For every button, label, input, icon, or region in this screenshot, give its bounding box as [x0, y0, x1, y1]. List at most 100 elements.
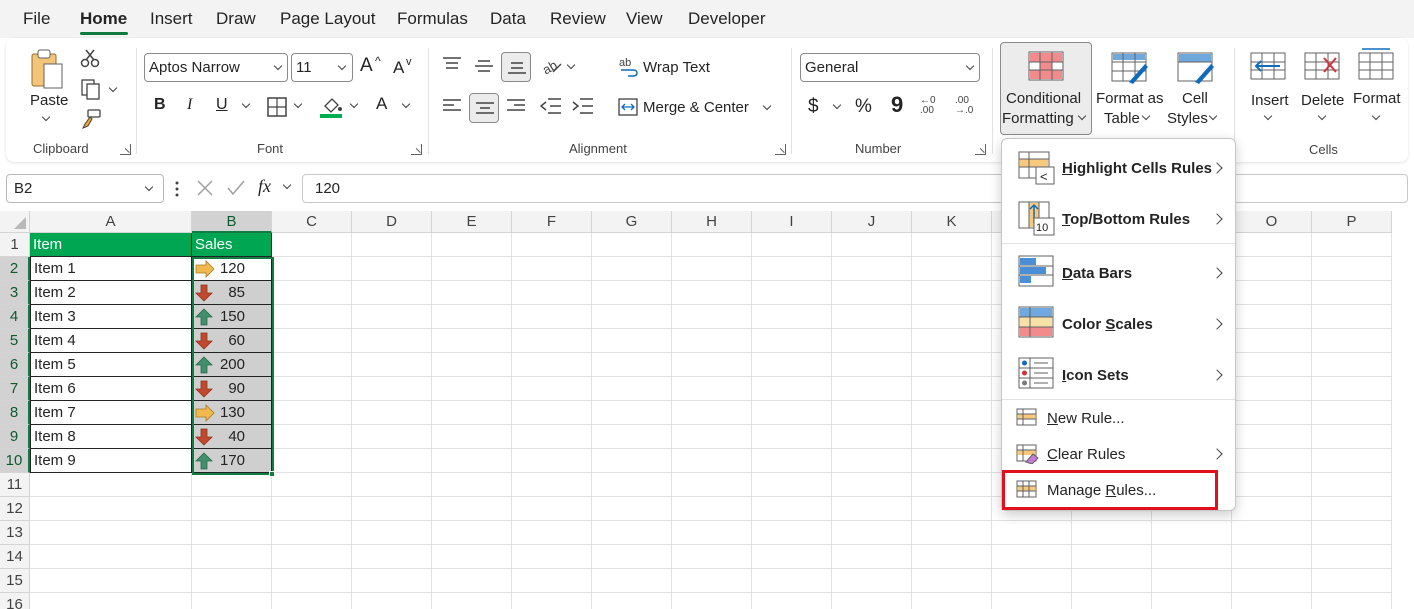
align-left-icon[interactable]: [442, 98, 462, 114]
table-cell-sales[interactable]: 60: [192, 329, 272, 353]
cell[interactable]: [672, 305, 752, 329]
cell[interactable]: [1312, 545, 1392, 569]
row-header-6[interactable]: 6: [0, 353, 30, 377]
cell[interactable]: [992, 545, 1072, 569]
cell[interactable]: [832, 521, 912, 545]
cell[interactable]: [912, 281, 992, 305]
format-as-table-label[interactable]: Format as: [1096, 90, 1164, 107]
font-launcher-icon[interactable]: [411, 144, 422, 155]
cell[interactable]: [352, 329, 432, 353]
cell[interactable]: [1232, 545, 1312, 569]
cell[interactable]: [592, 305, 672, 329]
cell[interactable]: [832, 497, 912, 521]
cell[interactable]: [912, 377, 992, 401]
cell[interactable]: [592, 473, 672, 497]
column-header-a[interactable]: A: [30, 211, 192, 233]
fill-handle[interactable]: [269, 471, 275, 477]
cell[interactable]: [352, 425, 432, 449]
cell[interactable]: [1232, 497, 1312, 521]
cell[interactable]: [912, 473, 992, 497]
cell[interactable]: [592, 233, 672, 257]
cell[interactable]: [1152, 521, 1232, 545]
cell[interactable]: [672, 473, 752, 497]
cell[interactable]: [1232, 401, 1312, 425]
cell[interactable]: [432, 569, 512, 593]
formula-input[interactable]: 120: [302, 174, 1408, 203]
cell[interactable]: [432, 593, 512, 609]
cell[interactable]: [912, 425, 992, 449]
cell[interactable]: [1232, 257, 1312, 281]
cell[interactable]: [672, 401, 752, 425]
cell[interactable]: [832, 473, 912, 497]
font-name-select[interactable]: Aptos Narrow: [144, 53, 288, 82]
cell[interactable]: [512, 593, 592, 609]
cell[interactable]: [1312, 425, 1392, 449]
row-header-16[interactable]: 16: [0, 593, 30, 609]
column-header-i[interactable]: I: [752, 211, 832, 233]
cell[interactable]: [912, 569, 992, 593]
cell[interactable]: [1312, 593, 1392, 609]
menu-item-data-bars[interactable]: Data Bars: [1002, 251, 1235, 295]
cell[interactable]: [512, 353, 592, 377]
table-cell-item[interactable]: Item 1: [30, 257, 192, 281]
cell[interactable]: [512, 545, 592, 569]
bottom-align-button[interactable]: [501, 52, 531, 82]
format-as-table-icon[interactable]: [1111, 52, 1149, 86]
cell[interactable]: [672, 497, 752, 521]
cell[interactable]: [432, 521, 512, 545]
table-cell-sales[interactable]: 85: [192, 281, 272, 305]
decrease-indent-icon[interactable]: [540, 97, 562, 115]
cell[interactable]: [912, 305, 992, 329]
cell[interactable]: [1152, 545, 1232, 569]
cell[interactable]: [1232, 305, 1312, 329]
table-cell-sales[interactable]: 170: [192, 449, 272, 473]
menu-item-color-scales[interactable]: Color Scales: [1002, 302, 1235, 346]
cell[interactable]: [592, 545, 672, 569]
format-painter-icon[interactable]: [80, 108, 102, 130]
cell[interactable]: [672, 569, 752, 593]
format-as-table-label-2[interactable]: Table: [1104, 110, 1140, 127]
cell[interactable]: [432, 305, 512, 329]
cell[interactable]: [752, 569, 832, 593]
more-options-icon[interactable]: [174, 180, 180, 198]
row-header-15[interactable]: 15: [0, 569, 30, 593]
menu-item-icon-sets[interactable]: Icon Sets: [1002, 353, 1235, 397]
align-center-button[interactable]: [469, 93, 499, 123]
cell[interactable]: [832, 305, 912, 329]
cell[interactable]: [592, 497, 672, 521]
column-header-h[interactable]: H: [672, 211, 752, 233]
cell[interactable]: [592, 449, 672, 473]
cell[interactable]: [1232, 377, 1312, 401]
cell[interactable]: [272, 473, 352, 497]
row-header-5[interactable]: 5: [0, 329, 30, 353]
cell[interactable]: [432, 233, 512, 257]
cell[interactable]: [352, 257, 432, 281]
cell[interactable]: [752, 497, 832, 521]
cell[interactable]: [592, 281, 672, 305]
cell[interactable]: [352, 233, 432, 257]
cell[interactable]: [912, 329, 992, 353]
cell[interactable]: [432, 329, 512, 353]
cell[interactable]: [272, 305, 352, 329]
cell[interactable]: [672, 353, 752, 377]
format-cells-label[interactable]: Format: [1353, 90, 1401, 107]
menu-item-clear-rules[interactable]: Clear Rules: [1002, 439, 1235, 471]
align-right-icon[interactable]: [506, 98, 526, 114]
row-header-13[interactable]: 13: [0, 521, 30, 545]
cell[interactable]: [992, 593, 1072, 609]
cell[interactable]: [752, 281, 832, 305]
cancel-formula-icon[interactable]: [196, 179, 214, 197]
cell[interactable]: [512, 521, 592, 545]
cell[interactable]: [432, 425, 512, 449]
cell[interactable]: [192, 593, 272, 609]
cell[interactable]: [1232, 521, 1312, 545]
cell[interactable]: [1232, 425, 1312, 449]
format-cells-icon[interactable]: [1358, 46, 1396, 82]
cell[interactable]: [752, 353, 832, 377]
cell[interactable]: [512, 377, 592, 401]
cell[interactable]: [432, 497, 512, 521]
cell[interactable]: [1072, 569, 1152, 593]
row-header-8[interactable]: 8: [0, 401, 30, 425]
cell[interactable]: [752, 305, 832, 329]
cell[interactable]: [832, 353, 912, 377]
